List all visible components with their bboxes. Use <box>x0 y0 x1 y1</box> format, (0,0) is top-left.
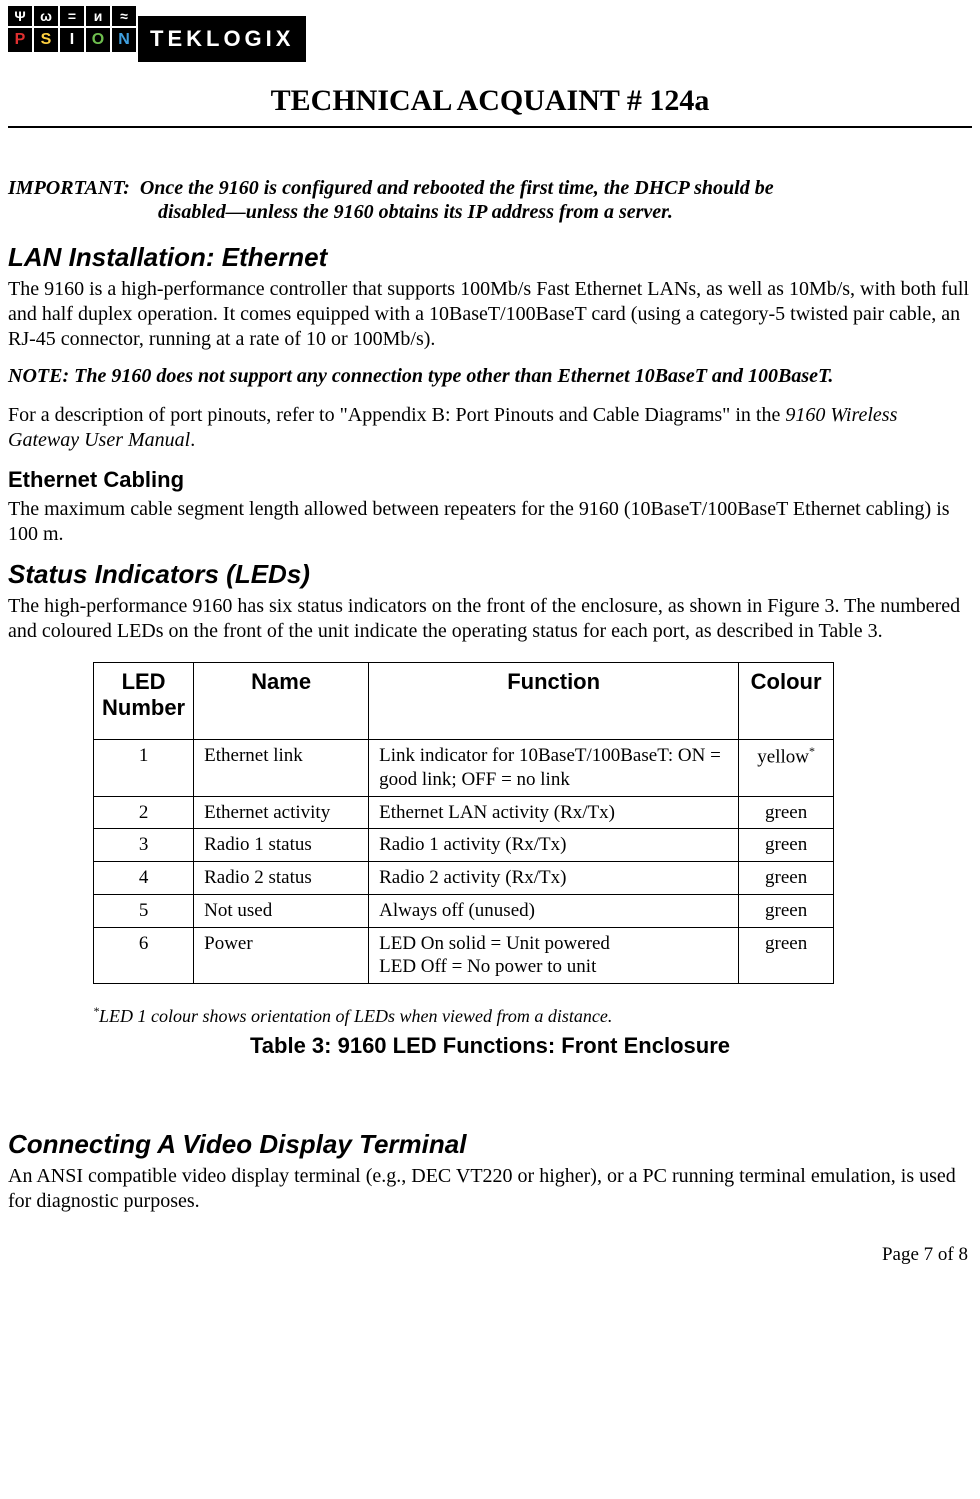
brand-sub: TEKLOGIX <box>138 16 306 62</box>
table-row: 6 Power LED On solid = Unit powered LED … <box>94 927 834 984</box>
table-row: 2 Ethernet activity Ethernet LAN activit… <box>94 796 834 829</box>
page-number: Page 7 of 8 <box>8 1244 972 1266</box>
table-footnote: *LED 1 colour shows orientation of LEDs … <box>93 1004 972 1027</box>
important-line2: disabled—unless the 9160 obtains its IP … <box>8 200 972 224</box>
para-video-terminal: An ANSI compatible video display termina… <box>8 1164 972 1214</box>
table-caption: Table 3: 9160 LED Functions: Front Enclo… <box>8 1033 972 1059</box>
led-table: LED Number Name Function Colour 1 Ethern… <box>93 662 834 984</box>
th-colour: Colour <box>739 663 834 740</box>
heading-ethernet-cabling: Ethernet Cabling <box>8 467 972 493</box>
th-name: Name <box>194 663 369 740</box>
doc-title: TECHNICAL ACQUAINT # 124a <box>8 62 972 128</box>
para-lan-2: For a description of port pinouts, refer… <box>8 403 972 453</box>
important-line1: Once the 9160 is configured and rebooted… <box>140 177 774 199</box>
para-cabling: The maximum cable segment length allowed… <box>8 497 972 547</box>
note-connection-type: NOTE: The 9160 does not support any conn… <box>8 364 972 389</box>
th-function: Function <box>369 663 739 740</box>
th-led-number: LED Number <box>94 663 194 740</box>
table-row: 4 Radio 2 status Radio 2 activity (Rx/Tx… <box>94 862 834 895</box>
brand-logo: Ψω=и≈ PSION TEKLOGIX <box>8 0 972 62</box>
heading-video-terminal: Connecting A Video Display Terminal <box>8 1129 972 1160</box>
heading-lan-install: LAN Installation: Ethernet <box>8 242 972 273</box>
table-row: 1 Ethernet link Link indicator for 10Bas… <box>94 740 834 797</box>
para-lan-1: The 9160 is a high-performance controlle… <box>8 277 972 352</box>
table-head-row: LED Number Name Function Colour <box>94 663 834 740</box>
important-label: IMPORTANT: <box>8 177 130 199</box>
table-row: 3 Radio 1 status Radio 1 activity (Rx/Tx… <box>94 829 834 862</box>
table-row: 5 Not used Always off (unused) green <box>94 894 834 927</box>
para-leds: The high-performance 9160 has six status… <box>8 594 972 644</box>
important-note: IMPORTANT: Once the 9160 is configured a… <box>8 176 972 224</box>
heading-status-leds: Status Indicators (LEDs) <box>8 559 972 590</box>
